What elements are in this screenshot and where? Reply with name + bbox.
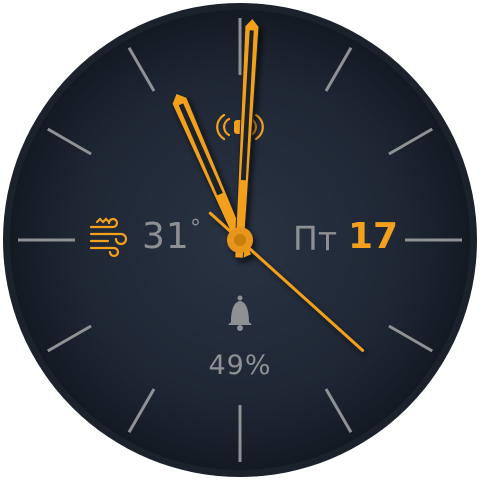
weekday-label: Пт: [293, 219, 338, 258]
day-of-month: 17: [348, 216, 399, 257]
center-cap-inner: [234, 234, 246, 246]
battery-level: 49%: [208, 350, 272, 381]
temperature-value: 31: [142, 216, 190, 257]
temperature-unit: °: [190, 216, 201, 241]
watch-face: 31 ° Пт 17 49%: [0, 0, 480, 480]
watch-dial: [3, 3, 477, 477]
